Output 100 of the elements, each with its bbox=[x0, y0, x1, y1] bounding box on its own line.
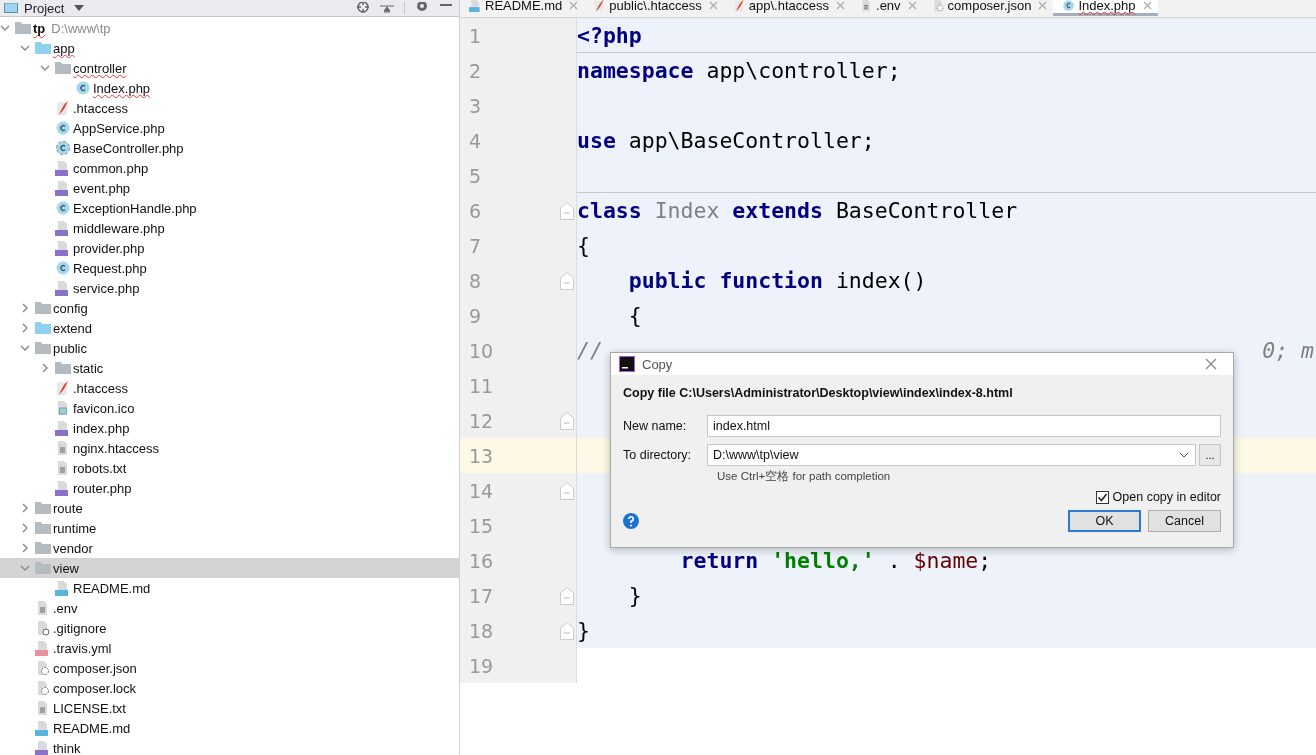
editor-tab[interactable]: .env bbox=[851, 0, 923, 16]
fold-marker-icon[interactable] bbox=[560, 202, 574, 220]
tree-row[interactable]: Request.php bbox=[0, 258, 459, 278]
chevron-icon[interactable] bbox=[40, 363, 50, 373]
file-name: extend bbox=[53, 320, 93, 336]
chevron-icon[interactable] bbox=[20, 323, 30, 333]
tree-row[interactable]: README.md bbox=[0, 718, 459, 738]
tree-row[interactable]: extend bbox=[0, 318, 459, 338]
locate-icon[interactable] bbox=[356, 2, 370, 14]
tree-row[interactable]: ExceptionHandle.php bbox=[0, 198, 459, 218]
checkbox[interactable] bbox=[1095, 490, 1109, 504]
file-name: index.php bbox=[73, 420, 130, 436]
tree-row[interactable]: router.php bbox=[0, 478, 459, 498]
tree-row[interactable]: controller bbox=[0, 58, 459, 78]
tree-row[interactable]: AppService.php bbox=[0, 118, 459, 138]
editor-tab[interactable]: public\.htaccess bbox=[584, 0, 724, 16]
tree-row[interactable]: vendor bbox=[0, 538, 459, 558]
tree-row[interactable]: composer.json bbox=[0, 658, 459, 678]
fold-marker-icon[interactable] bbox=[560, 622, 574, 640]
code-token: Index bbox=[653, 198, 721, 223]
tree-row[interactable]: config bbox=[0, 298, 459, 318]
fold-marker-icon[interactable] bbox=[560, 412, 574, 430]
file-name: event.php bbox=[73, 180, 131, 196]
editor-tab[interactable]: Index.php bbox=[1053, 0, 1158, 16]
close-icon[interactable] bbox=[708, 0, 718, 10]
tree-row[interactable]: middleware.php bbox=[0, 218, 459, 238]
chevron-icon[interactable] bbox=[20, 563, 30, 573]
dropdown-caret-icon[interactable] bbox=[1179, 452, 1189, 458]
tree-row[interactable]: robots.txt bbox=[0, 458, 459, 478]
tree-row[interactable]: event.php bbox=[0, 178, 459, 198]
file-icon bbox=[55, 280, 71, 296]
tree-row[interactable]: composer.lock bbox=[0, 678, 459, 698]
chevron-icon[interactable] bbox=[0, 23, 10, 33]
tab-label: .env bbox=[876, 0, 901, 13]
tree-row[interactable]: .htaccess bbox=[0, 98, 459, 118]
file-name: README.md bbox=[73, 580, 151, 596]
dropdown-caret-icon[interactable] bbox=[74, 5, 85, 11]
tree-row[interactable]: .travis.yml bbox=[0, 638, 459, 658]
collapse-all-icon[interactable] bbox=[380, 2, 394, 14]
file-name: BaseController.php bbox=[73, 140, 184, 156]
tree-row[interactable]: favicon.ico bbox=[0, 398, 459, 418]
folder-icon bbox=[35, 41, 51, 55]
checkbox-label[interactable]: Open copy in editor bbox=[1112, 490, 1221, 504]
tree-row[interactable]: .gitignore bbox=[0, 618, 459, 638]
editor-tab[interactable]: README.md bbox=[460, 0, 585, 16]
editor-tab[interactable]: app\.htaccess bbox=[723, 0, 851, 16]
line-number: 9 bbox=[468, 304, 482, 327]
tree-row[interactable]: public bbox=[0, 338, 459, 358]
tree-row[interactable]: Index.php bbox=[0, 78, 459, 98]
tree-row[interactable]: app bbox=[0, 38, 459, 58]
tree-row[interactable]: LICENSE.txt bbox=[0, 698, 459, 718]
folder-icon bbox=[35, 541, 51, 555]
code-token: index() bbox=[834, 268, 927, 293]
tree-row[interactable]: nginx.htaccess bbox=[0, 438, 459, 458]
tree-row[interactable]: think bbox=[0, 738, 459, 755]
fold-marker-icon[interactable] bbox=[560, 587, 574, 605]
directory-combo[interactable]: D:\www\tp\view bbox=[707, 444, 1196, 466]
tree-row[interactable]: route bbox=[0, 498, 459, 518]
browse-button[interactable]: ... bbox=[1199, 444, 1221, 466]
tree-row[interactable]: static bbox=[0, 358, 459, 378]
tree-row[interactable]: runtime bbox=[0, 518, 459, 538]
fold-marker-icon[interactable] bbox=[560, 482, 574, 500]
class-icon bbox=[1062, 0, 1076, 12]
tree-row[interactable]: service.php bbox=[0, 278, 459, 298]
chevron-icon[interactable] bbox=[20, 43, 30, 53]
chevron-icon[interactable] bbox=[20, 503, 30, 513]
code-token: { bbox=[627, 303, 642, 328]
close-icon[interactable] bbox=[1038, 0, 1048, 10]
field-label: To directory: bbox=[623, 448, 693, 462]
chevron-icon[interactable] bbox=[20, 523, 30, 533]
dialog-title: Copy bbox=[642, 356, 673, 372]
fold-marker-icon[interactable] bbox=[560, 272, 574, 290]
tree-row[interactable]: index.php bbox=[0, 418, 459, 438]
tree-row[interactable]: provider.php bbox=[0, 238, 459, 258]
panel-title[interactable]: Project bbox=[24, 0, 65, 16]
settings-icon[interactable] bbox=[415, 2, 429, 14]
tree-row[interactable]: BaseController.php bbox=[0, 138, 459, 158]
tree-row[interactable]: view bbox=[0, 558, 459, 578]
help-icon[interactable] bbox=[623, 513, 639, 529]
file-name: app bbox=[53, 40, 75, 56]
chevron-icon[interactable] bbox=[20, 543, 30, 553]
tree-row[interactable]: .env bbox=[0, 598, 459, 618]
tree-row[interactable]: README.md bbox=[0, 578, 459, 598]
tree-row[interactable]: .htaccess bbox=[0, 378, 459, 398]
code-token: BaseController bbox=[834, 198, 1018, 223]
ok-button[interactable]: OK bbox=[1068, 510, 1141, 532]
name-field[interactable]: index.html bbox=[707, 415, 1221, 437]
close-icon[interactable] bbox=[569, 0, 579, 10]
chevron-icon[interactable] bbox=[20, 303, 30, 313]
editor-tab[interactable]: composer.json bbox=[922, 0, 1054, 16]
close-icon[interactable] bbox=[836, 0, 845, 10]
close-icon[interactable] bbox=[1142, 0, 1152, 10]
cancel-button[interactable]: Cancel bbox=[1148, 510, 1221, 532]
chevron-icon[interactable] bbox=[20, 343, 30, 353]
file-name: robots.txt bbox=[73, 460, 127, 476]
close-icon[interactable] bbox=[907, 0, 917, 10]
tree-row[interactable]: common.php bbox=[0, 158, 459, 178]
close-icon[interactable] bbox=[1205, 358, 1217, 370]
tree-row[interactable]: tp D:\www\tp bbox=[0, 18, 459, 38]
chevron-icon[interactable] bbox=[40, 63, 50, 73]
